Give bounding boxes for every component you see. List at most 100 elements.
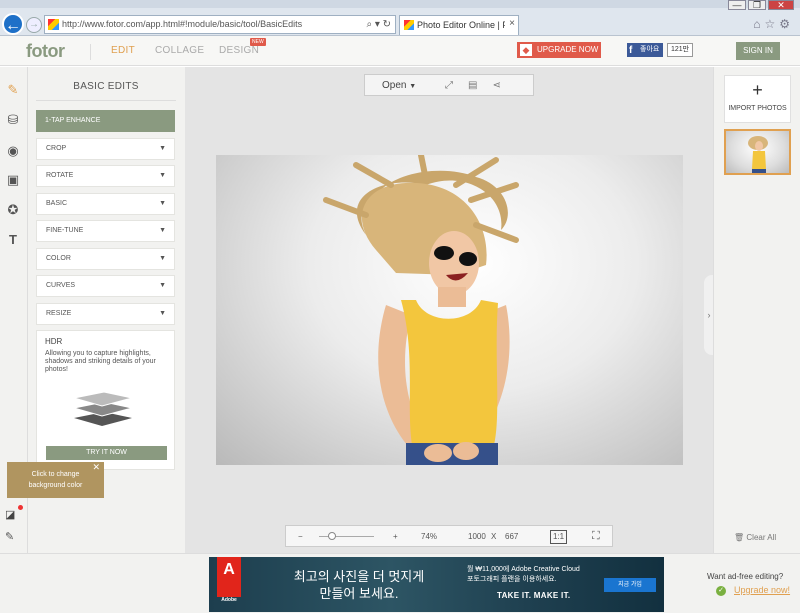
tab-strip — [0, 0, 800, 8]
upgrade-now-label: Upgrade now! — [734, 585, 791, 595]
url-text[interactable]: http://www.fotor.com/app.html#!module/ba… — [62, 18, 302, 31]
thumbnail-image — [748, 136, 768, 173]
toolbar-icons[interactable]: ⤢▤⋖ — [445, 75, 516, 96]
tab-favicon-icon — [404, 20, 414, 30]
open-dropdown[interactable]: Open ▼ — [382, 75, 416, 97]
hdr-title: HDR — [45, 337, 63, 346]
caret-down-icon: ▼ — [159, 255, 166, 262]
open-label: Open — [382, 80, 407, 91]
background-color-icon[interactable]: ◪ — [5, 508, 19, 522]
nav-design[interactable]: DESIGN — [219, 45, 259, 56]
caret-down-icon: ▼ — [159, 200, 166, 207]
sign-in-button[interactable]: SIGN IN — [736, 42, 780, 60]
maximize-button[interactable]: ❐ — [748, 0, 766, 10]
fotor-logo[interactable]: fotor — [26, 41, 65, 62]
photo-thumbnail[interactable] — [724, 129, 791, 175]
hdr-layers-icon — [73, 391, 133, 426]
ad-headline-line1: 최고의 사진을 더 멋지게 — [293, 569, 425, 584]
menu-crop[interactable]: CROP ▼ — [36, 138, 175, 160]
browser-chrome: ← → http://www.fotor.com/app.html#!modul… — [0, 0, 800, 36]
ad-price-line1: 월 ₩11,000에 Adobe Creative Cloud — [467, 566, 580, 573]
tab-close-icon[interactable]: × — [509, 18, 515, 29]
adobe-word: Adobe — [221, 597, 237, 603]
fit-screen-icon[interactable]: ⛶ — [592, 526, 600, 547]
try-it-now-button[interactable]: TRY IT NOW — [46, 446, 167, 460]
nav-edit[interactable]: EDIT — [111, 45, 135, 56]
one-tap-enhance-button[interactable]: 1-TAP ENHANCE — [36, 110, 175, 132]
import-photos-button[interactable]: + IMPORT PHOTOS — [724, 75, 791, 123]
address-bar[interactable]: http://www.fotor.com/app.html#!module/ba… — [44, 15, 396, 34]
eye-icon[interactable]: ◉ — [5, 143, 21, 159]
upgrade-button[interactable]: ◆ UPGRADE NOW — [517, 42, 601, 58]
image-height: 667 — [505, 532, 519, 541]
zoom-bar: − + 74% 1000 X 667 1:1 ⛶ — [285, 525, 613, 547]
zoom-out-button[interactable]: − — [298, 526, 303, 547]
adobe-ad-banner[interactable]: A Adobe 최고의 사진을 더 멋지게만들어 보세요. 월 ₩11,000에 … — [209, 557, 664, 612]
menu-label: COLOR — [46, 255, 71, 262]
menu-resize[interactable]: RESIZE ▼ — [36, 303, 175, 325]
ad-price: 월 ₩11,000에 Adobe Creative Cloud 포토그래피 플랜을… — [467, 565, 607, 585]
new-badge: NEW — [250, 38, 266, 46]
footer: A Adobe 최고의 사진을 더 멋지게만들어 보세요. 월 ₩11,000에 … — [0, 553, 800, 613]
zoom-slider-knob[interactable] — [328, 532, 336, 540]
ad-price-line2: 포토그래피 플랜을 이용하세요. — [467, 576, 557, 583]
zoom-percent: 74% — [421, 532, 438, 541]
paint-bucket-icon[interactable]: ⛁ — [5, 112, 21, 128]
trash-icon: 🗑 — [734, 533, 745, 542]
plus-icon: + — [752, 80, 763, 100]
minimize-button[interactable]: — — [728, 0, 746, 10]
browser-tab[interactable]: Photo Editor Online | Fotor... × — [399, 15, 519, 35]
photo-canvas[interactable] — [216, 155, 683, 465]
sticker-star-icon[interactable]: ✪ — [5, 202, 21, 218]
woman-photo — [323, 155, 519, 465]
clear-all-button[interactable]: 🗑 Clear All — [734, 533, 776, 542]
fullscreen-icon[interactable]: ⤢ — [445, 80, 468, 91]
ad-tagline: TAKE IT. MAKE IT. — [497, 591, 571, 600]
search-refresh-icon[interactable]: ⌕ ▾ ↻ — [366, 17, 391, 32]
zoom-in-button[interactable]: + — [393, 526, 398, 547]
text-icon[interactable]: T — [5, 232, 21, 248]
menu-label: CROP — [46, 145, 67, 152]
tab-title: Photo Editor Online | Fotor... — [417, 20, 505, 30]
chevron-down-icon: ▼ — [409, 83, 417, 90]
nav-collage[interactable]: COLLAGE — [155, 45, 204, 56]
edit-square-icon[interactable]: ✎ — [5, 530, 19, 544]
actual-size-button[interactable]: 1:1 — [550, 530, 568, 544]
back-icon[interactable]: ← — [2, 13, 24, 35]
upgrade-now-link[interactable]: ✓ Upgrade now! — [716, 585, 791, 596]
import-label: IMPORT PHOTOS — [728, 105, 787, 112]
facebook-icon: f — [629, 45, 633, 56]
save-icon[interactable]: ▤ — [468, 80, 492, 91]
frame-icon[interactable]: ▣ — [5, 172, 21, 188]
menu-basic[interactable]: BASIC ▼ — [36, 193, 175, 215]
canvas-area: Open ▼ ⤢▤⋖ › − + 74% 1000 X 667 1:1 ⛶ — [185, 67, 714, 553]
tooltip-line1: Click to change — [31, 471, 80, 478]
ad-headline-line2: 만들어 보세요. — [319, 586, 399, 601]
caret-down-icon: ▼ — [159, 227, 166, 234]
close-window-button[interactable]: ✕ — [768, 0, 794, 10]
ad-free-prompt: Want ad-free editing? — [707, 572, 784, 581]
tooltip-line2: background color — [28, 482, 83, 489]
menu-label: RESIZE — [46, 310, 72, 317]
menu-rotate[interactable]: ROTATE ▼ — [36, 165, 175, 187]
menu-curves[interactable]: CURVES ▼ — [36, 275, 175, 297]
background-color-tooltip: ✕ Click to change background color — [7, 462, 104, 498]
fb-like-count: 121만 — [667, 43, 694, 57]
photo-panel: + IMPORT PHOTOS 🗑 Clear All — [713, 67, 800, 553]
fb-like-label: 좋아요 — [640, 46, 660, 53]
menu-fine-tune[interactable]: FINE-TUNE ▼ — [36, 220, 175, 242]
share-icon[interactable]: ⋖ — [492, 80, 515, 91]
divider — [90, 44, 91, 60]
facebook-like-button[interactable]: f 좋아요 — [627, 43, 663, 57]
menu-label: FINE-TUNE — [46, 227, 84, 234]
image-width: 1000 — [468, 532, 486, 541]
diamond-icon: ◆ — [520, 44, 532, 56]
pencil-icon[interactable]: ✎ — [5, 82, 21, 98]
browser-toolbar-icons[interactable]: ⌂☆⚙ — [753, 17, 794, 31]
menu-color[interactable]: COLOR ▼ — [36, 248, 175, 270]
ad-join-button[interactable]: 지금 가입 — [604, 578, 656, 592]
upgrade-label: UPGRADE NOW — [537, 45, 599, 54]
forward-icon[interactable]: → — [26, 17, 42, 33]
close-icon[interactable]: ✕ — [92, 462, 100, 473]
adobe-logo: A Adobe — [217, 557, 241, 603]
